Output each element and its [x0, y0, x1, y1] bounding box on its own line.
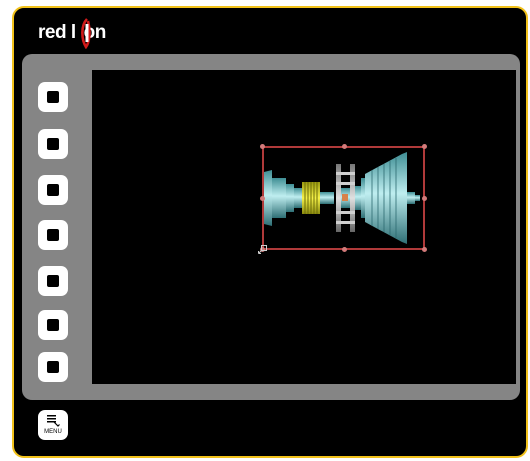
- menu-button[interactable]: MENU: [38, 410, 68, 440]
- soft-key-3[interactable]: [38, 175, 68, 205]
- hmi-device: red l on MENU: [12, 6, 528, 458]
- soft-key-icon: [47, 275, 59, 287]
- soft-key-icon: [47, 138, 59, 150]
- resize-handle-r[interactable]: [422, 196, 427, 201]
- soft-key-2[interactable]: [38, 129, 68, 159]
- resize-handle-l[interactable]: [260, 196, 265, 201]
- logo-text-left: red l: [38, 22, 76, 43]
- menu-icon: [47, 415, 60, 427]
- menu-label: MENU: [44, 429, 62, 435]
- soft-key-7[interactable]: [38, 352, 68, 382]
- resize-handle-tl[interactable]: [260, 144, 265, 149]
- soft-key-5[interactable]: [38, 266, 68, 296]
- soft-key-icon: [47, 184, 59, 196]
- soft-key-icon: [47, 361, 59, 373]
- resize-handle-br[interactable]: [422, 247, 427, 252]
- resize-corner-icon[interactable]: [258, 245, 267, 254]
- resize-handle-b[interactable]: [342, 247, 347, 252]
- soft-key-icon: [47, 91, 59, 103]
- logo-swoosh-icon: [81, 18, 91, 49]
- soft-key-icon: [47, 319, 59, 331]
- widget-selection-box[interactable]: [260, 144, 427, 252]
- soft-key-4[interactable]: [38, 220, 68, 250]
- resize-handle-t[interactable]: [342, 144, 347, 149]
- red-lion-logo: red l on: [38, 18, 106, 49]
- soft-key-1[interactable]: [38, 82, 68, 112]
- display-bezel: [22, 54, 520, 400]
- display-screen[interactable]: [92, 70, 516, 384]
- soft-key-icon: [47, 229, 59, 241]
- resize-handle-tr[interactable]: [422, 144, 427, 149]
- soft-key-6[interactable]: [38, 310, 68, 340]
